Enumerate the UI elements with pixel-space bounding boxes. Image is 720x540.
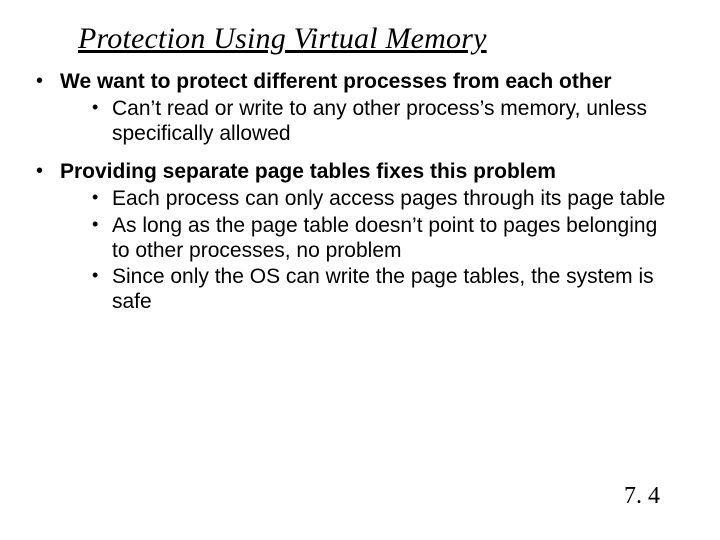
bullet-item: We want to protect different processes f… [36,70,676,146]
sub-item: Since only the OS can write the page tab… [92,265,676,315]
sub-item: Can’t read or write to any other process… [92,97,676,147]
sub-item: Each process can only access pages throu… [92,187,676,212]
slide: Protection Using Virtual Memory We want … [0,0,720,540]
bullet-list: We want to protect different processes f… [36,70,676,315]
bullet-header: Providing separate page tables fixes thi… [60,160,676,185]
sub-item: As long as the page table doesn’t point … [92,214,676,264]
bullet-header: We want to protect different processes f… [60,70,676,95]
slide-number: 7. 4 [624,483,660,510]
slide-title: Protection Using Virtual Memory [78,22,487,56]
slide-content: We want to protect different processes f… [36,70,676,329]
bullet-item: Providing separate page tables fixes thi… [36,160,676,315]
sub-list: Can’t read or write to any other process… [60,97,676,147]
sub-list: Each process can only access pages throu… [60,187,676,315]
